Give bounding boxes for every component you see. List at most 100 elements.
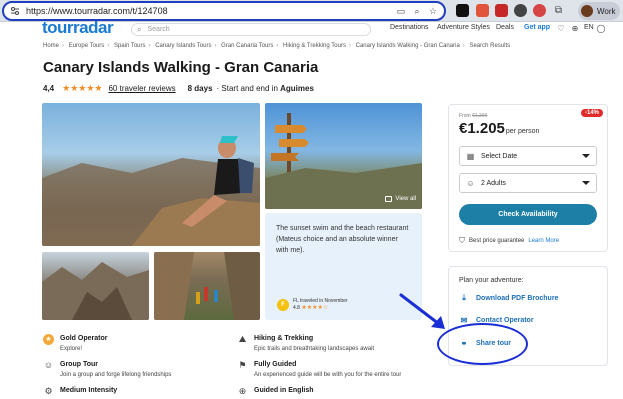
nav-deals[interactable]: Deals	[496, 24, 514, 31]
calendar-icon: ▦	[466, 151, 475, 161]
reviewer-badge: F	[277, 299, 289, 311]
account-icon[interactable]: ◯	[596, 24, 606, 34]
learn-more-link[interactable]: Learn More	[528, 238, 559, 244]
reviewer-name: FL traveled in November	[293, 298, 348, 304]
review-text: The sunset swim and the beach restaurant…	[276, 225, 409, 254]
start-end-label: Start and end in	[221, 84, 278, 93]
hiking-icon: ⛰	[238, 334, 247, 344]
date-select[interactable]: ▦ Select Date	[459, 146, 597, 166]
feature-hiking: ⛰ Hiking & Trekking Epic trails and breat…	[237, 334, 374, 353]
nav-get-app[interactable]: Get app	[524, 24, 550, 31]
search-placeholder: Search	[147, 26, 170, 33]
avatar	[581, 5, 593, 17]
profile-label: Work	[597, 6, 616, 16]
start-end-city: Aguimes	[280, 84, 314, 93]
logo[interactable]: tourradar	[42, 18, 114, 38]
feature-fully-guided: ⚑ Fully Guided An experienced guide will …	[237, 360, 401, 379]
chevron-down-icon	[582, 181, 590, 185]
feature-title: Fully Guided	[254, 361, 297, 368]
language-selector[interactable]: EN	[584, 24, 594, 31]
search-input[interactable]: ⌕ Search	[131, 23, 371, 36]
bookmark-star-icon[interactable]: ☆	[428, 6, 438, 16]
breadcrumb: Home › Europe Tours › Spain Tours › Canary …	[43, 43, 511, 49]
canyon-photo[interactable]	[42, 252, 149, 320]
extension-icon[interactable]	[514, 4, 527, 17]
feature-sub: An experienced guide will be with you fo…	[254, 372, 402, 378]
people-icon: ☺	[466, 178, 475, 188]
extension-icon[interactable]	[476, 4, 489, 17]
extension-icon[interactable]	[495, 4, 508, 17]
main-photo-hiker[interactable]	[42, 103, 260, 246]
gallery-icon	[385, 196, 393, 202]
guests-select-label: 2 Adults	[481, 179, 506, 187]
hikers-photo[interactable]	[154, 252, 260, 320]
globe-icon: ⊕	[238, 386, 247, 396]
feature-sub: Explore!	[60, 346, 83, 352]
breadcrumb-item[interactable]: Canary Islands Walking - Gran Canaria	[356, 43, 460, 49]
search-icon: ⌕	[137, 24, 142, 34]
breadcrumb-item[interactable]: Canary Islands Tours	[155, 43, 211, 49]
nav-destinations[interactable]: Destinations	[390, 24, 429, 31]
from-price: From €1,399	[459, 113, 488, 119]
view-all-label: View all	[395, 196, 416, 202]
review-stars: ★★★★☆	[301, 305, 329, 311]
chevron-down-icon	[582, 154, 590, 158]
gold-medal-icon: ★	[43, 334, 54, 345]
guarantee-label: Best price guarantee	[469, 238, 525, 244]
rating-value: 4,4	[43, 84, 55, 93]
booking-card: -14% From €1,399 €1.205per person ▦ Sele…	[448, 104, 608, 252]
intensity-icon: ⚙	[44, 386, 53, 396]
tour-meta: 4,4 ★★★★★ 60 traveler reviews 8 days · S…	[43, 83, 314, 93]
annotation-arrow	[399, 293, 445, 329]
annotation-ellipse	[437, 323, 528, 365]
guests-select[interactable]: ☺ 2 Adults	[459, 173, 597, 193]
wishlist-icon[interactable]: ♡	[556, 24, 566, 34]
reviews-link[interactable]: 60 traveler reviews	[108, 84, 175, 93]
extension-icon[interactable]	[456, 4, 469, 17]
site-header: tourradar ⌕ Search Destinations Adventur…	[0, 18, 623, 40]
rating-stars: ★★★★★	[62, 83, 103, 93]
cast-icon[interactable]: ▭	[396, 6, 406, 16]
check-availability-button[interactable]: Check Availability	[459, 204, 597, 225]
zoom-icon[interactable]: ⌕	[412, 6, 422, 16]
shield-icon: ⛉	[459, 236, 465, 245]
puzzle-icon[interactable]: ⧉	[552, 4, 565, 17]
download-icon: ⤓	[462, 293, 466, 302]
breadcrumb-item[interactable]: Europe Tours	[69, 43, 105, 49]
feature-group-tour: ☺ Group Tour Join a group and forge lifel…	[43, 360, 172, 379]
date-select-label: Select Date	[481, 152, 518, 160]
page-title: Canary Islands Walking - Gran Canaria	[43, 59, 319, 76]
plan-title: Plan your adventure:	[459, 277, 524, 284]
price-guarantee: ⛉ Best price guarantee Learn More	[459, 236, 559, 246]
old-price: €1,399	[472, 113, 488, 119]
signpost-photo[interactable]: View all	[265, 103, 422, 209]
site-settings-icon[interactable]	[10, 6, 20, 16]
breadcrumb-item[interactable]: Hiking & Trekking Tours	[283, 43, 346, 49]
breadcrumb-item[interactable]: Spain Tours	[114, 43, 146, 49]
duration: 8 days	[187, 84, 213, 93]
feature-gold-operator: ★ Gold Operator Explore!	[43, 334, 107, 353]
reviewer-info: F FL traveled in November 4.8 ★★★★☆	[277, 298, 348, 312]
breadcrumb-item[interactable]: Search Results	[469, 43, 510, 49]
view-all-button[interactable]: View all	[385, 196, 416, 202]
nav-adventure-styles[interactable]: Adventure Styles	[437, 24, 490, 31]
group-icon: ☺	[43, 360, 54, 370]
globe-icon[interactable]: ⊕	[570, 24, 580, 34]
feature-title: Hiking & Trekking	[254, 335, 314, 342]
review-score: 4.8	[293, 305, 300, 311]
breadcrumb-item[interactable]: Gran Canaria Tours	[221, 43, 273, 49]
feature-title: Guided in English	[254, 387, 314, 394]
feature-intensity: ⚙ Medium Intensity	[43, 386, 117, 397]
feature-language: ⊕ Guided in English	[237, 386, 314, 397]
profile-button[interactable]: Work	[578, 2, 620, 20]
url-text[interactable]: https://www.tourradar.com/t/124708	[26, 6, 390, 16]
feature-title: Group Tour	[60, 361, 98, 368]
download-brochure-link[interactable]: ⤓ Download PDF Brochure	[459, 293, 558, 303]
price: €1.205per person	[459, 120, 540, 137]
per-person: per person	[505, 128, 540, 135]
guide-icon: ⚑	[238, 360, 247, 370]
feature-sub: Epic trails and breathtaking landscapes …	[254, 346, 375, 352]
breadcrumb-item[interactable]: Home	[43, 43, 59, 49]
feature-title: Gold Operator	[60, 335, 108, 342]
extension-icon[interactable]	[533, 4, 546, 17]
